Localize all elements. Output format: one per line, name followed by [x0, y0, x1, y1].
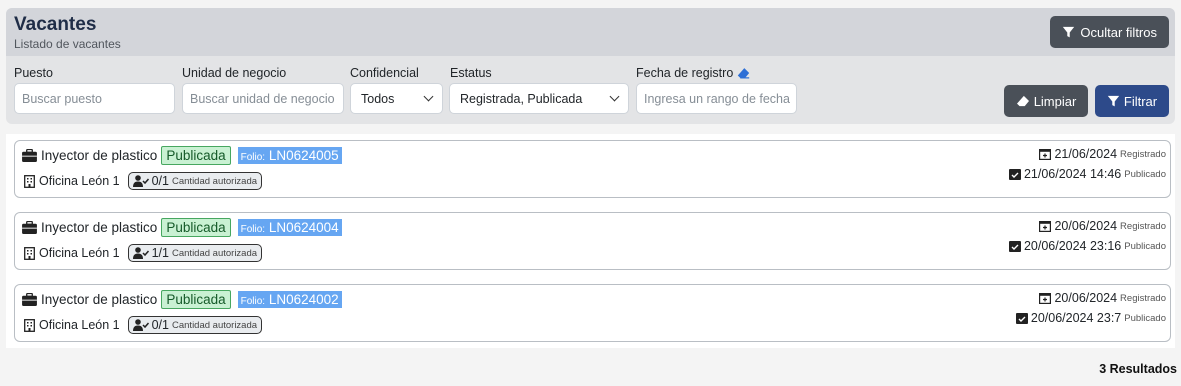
page-subtitle: Listado de vacantes: [14, 37, 121, 51]
briefcase-icon: [22, 293, 37, 306]
quantity-value: 1/1: [151, 246, 169, 260]
folio-prefix: Folio:: [240, 152, 266, 163]
folio-number: LN0624005: [268, 148, 339, 163]
position-name: Inyector de plastico: [41, 220, 158, 235]
calendar-check-icon: [1008, 168, 1021, 180]
quantity-badge: 1/1 Cantidad autorizada: [127, 244, 263, 262]
filter-label: Filtrar: [1123, 93, 1158, 109]
briefcase-icon: [22, 221, 37, 234]
unidad-label: Unidad de negocio: [182, 66, 287, 80]
chevron-down-icon: [609, 91, 620, 102]
confidencial-select[interactable]: Todos: [350, 83, 443, 114]
registered-label: Registrado: [1120, 148, 1166, 160]
filter-icon: [1107, 95, 1120, 108]
eraser-icon: [1016, 95, 1030, 107]
hide-filters-button[interactable]: Ocultar filtros: [1050, 16, 1169, 48]
published-label: Publicado: [1124, 168, 1166, 180]
folio-badge: Folio: LN0624004: [237, 219, 342, 236]
user-check-icon: [132, 175, 149, 187]
fecha-label: Fecha de registro: [636, 66, 734, 80]
vacancy-card[interactable]: Inyector de plastico Publicada Folio: LN…: [14, 140, 1171, 198]
calendar-plus-icon: [1039, 148, 1052, 160]
confidencial-label: Confidencial: [350, 66, 419, 80]
folio-badge: Folio: LN0624005: [237, 147, 342, 164]
building-icon: [24, 318, 35, 332]
puesto-label: Puesto: [14, 66, 53, 80]
status-badge: Publicada: [161, 290, 231, 309]
quantity-label: Cantidad autorizada: [172, 175, 258, 187]
filters-panel: Vacantes Listado de vacantes Ocultar fil…: [6, 8, 1175, 124]
unidad-search-input[interactable]: Buscar unidad de negocio: [182, 83, 344, 114]
user-check-icon: [132, 247, 149, 259]
published-date: 20/06/2024 23:16: [1023, 239, 1122, 253]
quantity-badge: 0/1 Cantidad autorizada: [127, 172, 263, 190]
quantity-label: Cantidad autorizada: [172, 319, 258, 331]
published-label: Publicado: [1124, 240, 1166, 252]
vacancy-card[interactable]: Inyector de plastico Publicada Folio: LN…: [14, 212, 1171, 270]
chevron-down-icon: [423, 91, 434, 102]
filter-icon: [1062, 26, 1075, 39]
vacancy-card[interactable]: Inyector de plastico Publicada Folio: LN…: [14, 284, 1171, 342]
clear-label: Limpiar: [1033, 93, 1077, 109]
hide-filters-label: Ocultar filtros: [1080, 24, 1157, 40]
position-name: Inyector de plastico: [41, 148, 158, 163]
calendar-plus-icon: [1039, 292, 1052, 304]
registered-label: Registrado: [1120, 220, 1166, 232]
published-date: 20/06/2024 23:7: [1030, 311, 1122, 325]
page-title: Vacantes: [14, 14, 97, 35]
registered-date: 20/06/2024: [1054, 219, 1118, 233]
quantity-label: Cantidad autorizada: [172, 247, 258, 259]
published-label: Publicado: [1124, 312, 1166, 324]
office-name: Oficina León 1: [39, 174, 120, 188]
vacancy-list: Inyector de plastico Publicada Folio: LN…: [6, 134, 1175, 348]
briefcase-icon: [22, 149, 37, 162]
filter-button[interactable]: Filtrar: [1095, 85, 1169, 117]
quantity-value: 0/1: [151, 174, 169, 188]
puesto-search-input[interactable]: Buscar puesto: [14, 83, 175, 114]
registered-date: 21/06/2024: [1054, 147, 1118, 161]
panel-header: Vacantes Listado de vacantes Ocultar fil…: [6, 8, 1175, 56]
published-date: 21/06/2024 14:46: [1023, 167, 1122, 181]
quantity-badge: 0/1 Cantidad autorizada: [127, 316, 263, 334]
status-badge: Publicada: [161, 218, 231, 237]
registered-date: 20/06/2024: [1054, 291, 1118, 305]
registered-label: Registrado: [1120, 292, 1166, 304]
estatus-select[interactable]: Registrada, Publicada: [449, 83, 629, 114]
eraser-icon[interactable]: [737, 67, 750, 79]
folio-prefix: Folio:: [240, 296, 266, 307]
fecha-range-input[interactable]: Ingresa un rango de fecha: [636, 83, 797, 114]
confidencial-value: Todos: [361, 91, 395, 106]
calendar-plus-icon: [1039, 220, 1052, 232]
quantity-value: 0/1: [151, 318, 169, 332]
user-check-icon: [132, 319, 149, 331]
folio-badge: Folio: LN0624002: [237, 291, 342, 308]
folio-number: LN0624002: [268, 292, 339, 307]
calendar-check-icon: [1015, 312, 1028, 324]
office-name: Oficina León 1: [39, 318, 120, 332]
status-badge: Publicada: [161, 146, 231, 165]
office-name: Oficina León 1: [39, 246, 120, 260]
results-count: 3 Resultados: [1099, 362, 1177, 376]
building-icon: [24, 174, 35, 188]
folio-prefix: Folio:: [240, 224, 266, 235]
folio-number: LN0624004: [268, 220, 339, 235]
building-icon: [24, 246, 35, 260]
estatus-label: Estatus: [450, 66, 492, 80]
calendar-check-icon: [1008, 240, 1021, 252]
fecha-label-group: Fecha de registro: [636, 66, 750, 80]
clear-button[interactable]: Limpiar: [1004, 85, 1088, 117]
estatus-value: Registrada, Publicada: [460, 91, 583, 106]
position-name: Inyector de plastico: [41, 292, 158, 307]
